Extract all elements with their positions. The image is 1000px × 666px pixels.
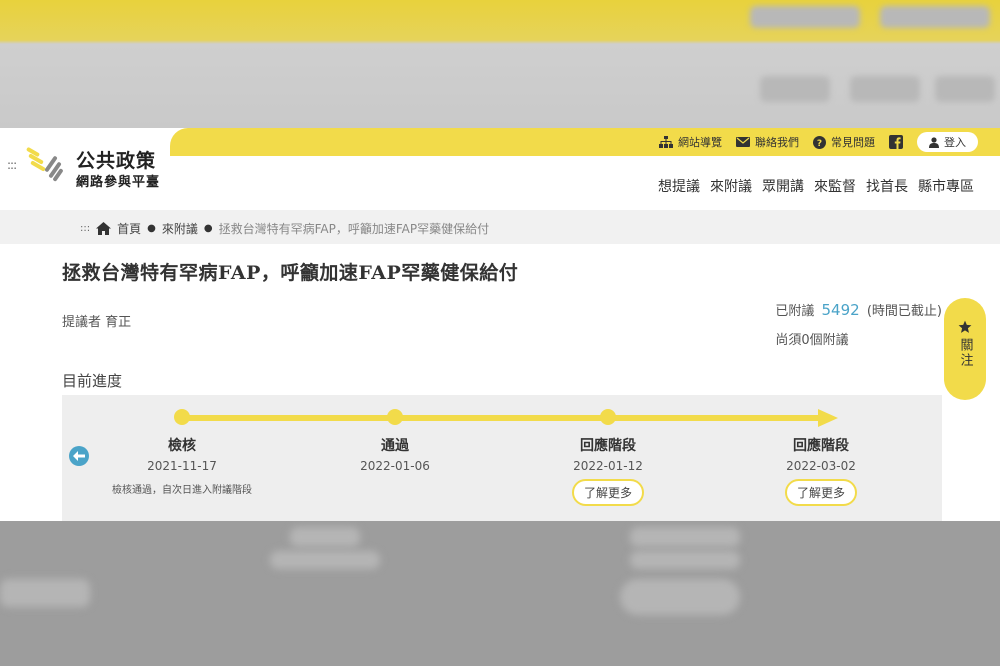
proposer-info: 提議者 育正 — [62, 311, 131, 330]
login-button[interactable]: 登入 — [917, 132, 978, 152]
platform-logo-icon[interactable] — [24, 144, 68, 186]
timeline-stage-response-2: 回應階段 2022-03-02 了解更多 — [721, 435, 921, 506]
breadcrumb: ::: 首頁 ● 來附議 ● 拯救台灣特有罕病FAP，呼籲加速FAP罕藥健保給付 — [80, 220, 489, 237]
user-icon — [929, 136, 939, 148]
main-nav: 想提議 來附議 眾開講 來監督 找首長 縣市專區 — [658, 176, 974, 196]
login-label: 登入 — [944, 136, 966, 149]
stage-date: 2022-01-06 — [360, 459, 430, 473]
stage-name: 回應階段 — [580, 438, 636, 454]
nav-item-propose[interactable]: 想提議 — [658, 176, 700, 196]
nav-item-supervise[interactable]: 來監督 — [814, 176, 856, 196]
timeline-node — [174, 409, 190, 425]
home-icon — [96, 222, 112, 235]
breadcrumb-section[interactable]: 來附議 — [162, 220, 198, 237]
progress-heading: 目前進度 — [62, 372, 123, 390]
signed-count: 5492 — [821, 301, 860, 319]
breadcrumb-current: 拯救台灣特有罕病FAP，呼籲加速FAP罕藥健保給付 — [218, 222, 490, 236]
nav-item-counties[interactable]: 縣市專區 — [918, 176, 974, 196]
breadcrumb-home[interactable]: 首頁 — [117, 220, 141, 237]
contact-label: 聯絡我們 — [755, 136, 799, 149]
follow-button[interactable]: 關注 — [944, 298, 986, 400]
breadcrumb-separator: ● — [147, 223, 156, 234]
brand-subtitle: 網路參與平臺 — [76, 175, 161, 190]
contact-link[interactable]: 聯絡我們 — [736, 134, 799, 150]
sitemap-link[interactable]: 網站導覽 — [659, 134, 722, 150]
learn-more-button[interactable]: 了解更多 — [784, 479, 857, 506]
proposer-label: 提議者 — [62, 315, 102, 330]
breadcrumb-dots: ::: — [80, 223, 91, 234]
blurred-background-bottom — [0, 521, 1000, 666]
star-icon — [958, 320, 972, 333]
faq-label: 常見問題 — [831, 136, 875, 149]
signed-label: 已附議 — [775, 304, 815, 319]
remaining-signatures: 尚須0個附議 — [775, 333, 849, 348]
faq-link[interactable]: ? 常見問題 — [813, 134, 875, 150]
deadline-note: (時間已截止) — [866, 304, 942, 319]
brand-name: 公共政策 — [76, 150, 157, 172]
facebook-icon — [889, 135, 903, 149]
site-header: ::: 公共政策 網路參與平臺 網站導覽 聯絡我們 ? 常見問題 登入 想提議 … — [0, 128, 1000, 210]
stage-name: 檢核 — [168, 438, 196, 454]
timeline-node — [387, 409, 403, 425]
envelope-icon — [736, 137, 750, 147]
sitemap-icon — [659, 136, 673, 148]
utility-nav: 網站導覽 聯絡我們 ? 常見問題 登入 — [659, 132, 978, 152]
proposal-title: 拯救台灣特有罕病FAP，呼籲加速FAP罕藥健保給付 — [62, 262, 519, 284]
timeline-stage-response-1: 回應階段 2022-01-12 了解更多 — [508, 435, 708, 506]
timeline-node — [600, 409, 616, 425]
progress-timeline: 檢核 2021-11-17 檢核通過，自次日進入附議階段 通過 2022-01-… — [62, 395, 942, 521]
nav-item-second[interactable]: 來附議 — [710, 176, 752, 196]
follow-label: 關注 — [957, 338, 973, 368]
timeline-stage-passed: 通過 2022-01-06 — [295, 435, 495, 473]
sitemap-label: 網站導覽 — [678, 136, 722, 149]
blurred-background-top — [0, 0, 1000, 128]
facebook-link[interactable] — [889, 135, 903, 149]
proposer-name: 育正 — [105, 315, 132, 330]
breadcrumb-separator: ● — [203, 223, 213, 234]
stage-date: 2022-01-12 — [573, 459, 643, 473]
timeline-arrow-head — [818, 409, 838, 427]
stage-date: 2022-03-02 — [786, 459, 856, 473]
timeline-track — [182, 415, 822, 421]
timeline-stage-review: 檢核 2021-11-17 檢核通過，自次日進入附議階段 — [82, 435, 282, 496]
nav-item-discuss[interactable]: 眾開講 — [762, 176, 804, 196]
page: ::: 公共政策 網路參與平臺 網站導覽 聯絡我們 ? 常見問題 登入 想提議 … — [0, 128, 1000, 521]
stage-date: 2021-11-17 — [147, 459, 217, 473]
question-circle-icon: ? — [813, 135, 826, 149]
nav-item-officials[interactable]: 找首長 — [866, 176, 908, 196]
stage-name: 回應階段 — [793, 438, 849, 454]
accesskey-dots[interactable]: ::: — [7, 158, 17, 172]
learn-more-button[interactable]: 了解更多 — [571, 479, 644, 506]
svg-text:?: ? — [817, 139, 822, 149]
stage-name: 通過 — [381, 438, 409, 454]
signature-stats: 已附議 5492 (時間已截止) 尚須0個附議 — [775, 300, 942, 348]
stage-note: 檢核通過，自次日進入附議階段 — [112, 485, 252, 496]
